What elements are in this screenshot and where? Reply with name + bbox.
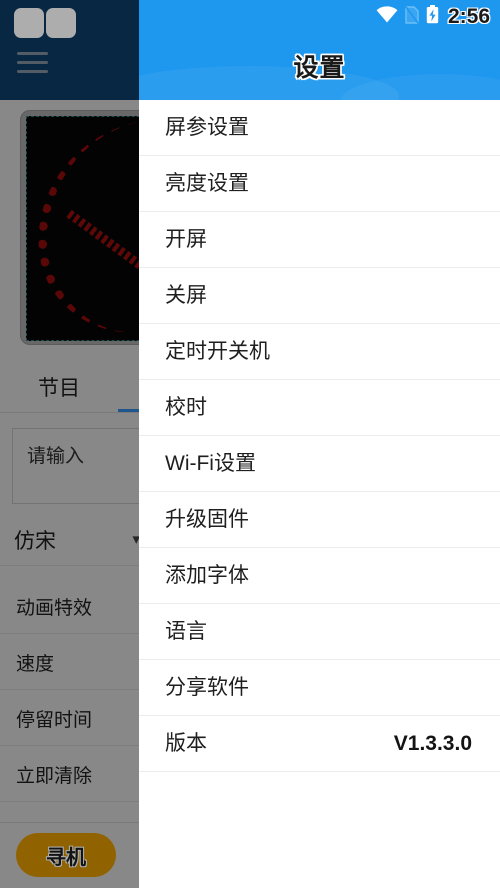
sim-card-icon bbox=[404, 5, 420, 29]
settings-item-label: 升级固件 bbox=[165, 508, 249, 531]
settings-item-screen-off[interactable]: 关屏 bbox=[139, 268, 500, 324]
settings-item-label: 关屏 bbox=[165, 284, 207, 307]
settings-item-label: 语言 bbox=[165, 620, 207, 643]
settings-item-firmware-upgrade[interactable]: 升级固件 bbox=[139, 492, 500, 548]
settings-item-language[interactable]: 语言 bbox=[139, 604, 500, 660]
battery-charging-icon bbox=[426, 5, 439, 29]
settings-item-label: 版本 bbox=[165, 732, 207, 755]
settings-item-screen-on[interactable]: 开屏 bbox=[139, 212, 500, 268]
settings-item-screen-params[interactable]: 屏参设置 bbox=[139, 100, 500, 156]
settings-item-label: 添加字体 bbox=[165, 564, 249, 587]
settings-list: 屏参设置 亮度设置 开屏 关屏 定时开关机 校时 Wi-Fi设置 升级固件 添加… bbox=[139, 100, 500, 772]
settings-item-wifi[interactable]: Wi-Fi设置 bbox=[139, 436, 500, 492]
settings-item-label: 开屏 bbox=[165, 228, 207, 251]
screen: 节目 请输入 仿宋 ▾ 动画特效 速度 停留时间 立即清除 寻机 设置 屏参设置… bbox=[0, 0, 500, 888]
settings-list-empty-area bbox=[139, 778, 500, 888]
settings-drawer: 设置 屏参设置 亮度设置 开屏 关屏 定时开关机 校时 Wi-Fi设置 升级固件… bbox=[139, 0, 500, 888]
settings-item-scheduled-power[interactable]: 定时开关机 bbox=[139, 324, 500, 380]
settings-item-label: 亮度设置 bbox=[165, 172, 249, 195]
status-bar-time: 2:56 bbox=[447, 5, 490, 28]
page-title: 设置 bbox=[293, 54, 346, 82]
wifi-icon bbox=[376, 6, 398, 28]
settings-item-version[interactable]: 版本 V1.3.3.0 bbox=[139, 716, 500, 772]
settings-item-share-app[interactable]: 分享软件 bbox=[139, 660, 500, 716]
settings-item-brightness[interactable]: 亮度设置 bbox=[139, 156, 500, 212]
settings-item-time-sync[interactable]: 校时 bbox=[139, 380, 500, 436]
settings-item-label: Wi-Fi设置 bbox=[165, 452, 256, 475]
settings-item-label: 屏参设置 bbox=[165, 116, 249, 139]
settings-item-add-font[interactable]: 添加字体 bbox=[139, 548, 500, 604]
settings-item-label: 分享软件 bbox=[165, 676, 249, 699]
status-bar: 2:56 bbox=[139, 0, 500, 34]
settings-item-label: 校时 bbox=[165, 396, 207, 419]
settings-item-label: 定时开关机 bbox=[165, 340, 270, 363]
version-value: V1.3.3.0 bbox=[393, 732, 472, 755]
